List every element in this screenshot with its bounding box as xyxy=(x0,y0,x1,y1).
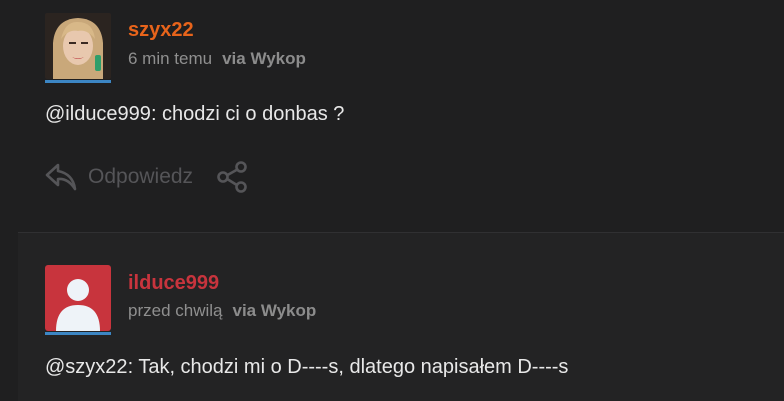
mention-link[interactable]: @ilduce999 xyxy=(45,103,151,125)
comment-text: : chodzi ci o donbas ? xyxy=(150,103,345,125)
username[interactable]: szyx22 xyxy=(128,19,194,42)
reply-icon xyxy=(45,163,77,191)
comment-meta: przed chwilą via Wykop xyxy=(128,301,316,321)
username[interactable]: ilduce999 xyxy=(128,272,219,295)
comment-meta: 6 min temu via Wykop xyxy=(128,49,306,69)
share-button[interactable] xyxy=(215,160,249,194)
comment-1: szyx22 6 min temu via Wykop @ilduce999: c… xyxy=(0,0,784,232)
source-link[interactable]: via Wykop xyxy=(233,301,317,320)
timestamp[interactable]: przed chwilą xyxy=(128,301,223,320)
avatar-szyx22[interactable] xyxy=(45,13,111,83)
default-avatar xyxy=(45,265,111,331)
reply-label: Odpowiedz xyxy=(88,165,194,188)
comment-actions: Odpowiedz xyxy=(44,160,249,194)
mention-link[interactable]: @szyx22 xyxy=(45,356,128,378)
comment-body: @szyx22: Tak, chodzi mi o D----s, dlateg… xyxy=(45,356,568,379)
avatar-ilduce999[interactable] xyxy=(45,265,111,335)
comment-text: : Tak, chodzi mi o D----s, dlatego napis… xyxy=(127,356,569,378)
share-icon xyxy=(217,161,247,193)
avatar-underline xyxy=(45,80,111,83)
comment-body: @ilduce999: chodzi ci o donbas ? xyxy=(45,103,344,126)
timestamp[interactable]: 6 min temu xyxy=(128,49,212,68)
source-link[interactable]: via Wykop xyxy=(222,49,306,68)
comment-2: ilduce999 przed chwilą via Wykop @szyx22:… xyxy=(18,232,784,401)
user-photo-icon xyxy=(45,13,111,79)
default-user-icon xyxy=(56,279,100,331)
user-photo-avatar xyxy=(45,13,111,79)
avatar-underline xyxy=(45,332,111,335)
reply-button[interactable]: Odpowiedz xyxy=(44,160,193,194)
